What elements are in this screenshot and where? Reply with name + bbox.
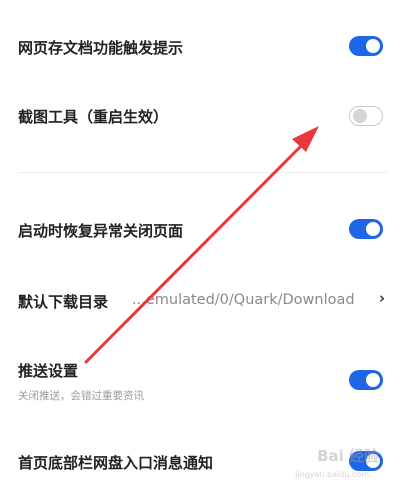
toggle-knob bbox=[366, 373, 380, 387]
setting-label: 启动时恢复异常关闭页面 bbox=[18, 222, 184, 240]
section-divider bbox=[18, 172, 387, 173]
toggle-switch-restore-pages[interactable] bbox=[349, 219, 383, 239]
toggle-switch-screenshot-tool[interactable] bbox=[349, 106, 383, 126]
setting-row-download-dir[interactable]: 默认下载目录 ...emulated/0/Quark/Download › bbox=[0, 275, 405, 325]
toggle-knob bbox=[366, 39, 380, 53]
toggle-switch-save-doc-prompt[interactable] bbox=[349, 36, 383, 56]
setting-sublabel: 关闭推送，会错过重要资讯 bbox=[18, 390, 144, 402]
toggle-knob bbox=[366, 222, 380, 236]
setting-row-restore-pages: 启动时恢复异常关闭页面 bbox=[0, 200, 405, 260]
chevron-right-icon: › bbox=[378, 289, 385, 307]
baidu-watermark: Bai 经验 bbox=[317, 447, 379, 465]
setting-label: 网页存文档功能触发提示 bbox=[18, 39, 184, 57]
toggle-switch-push[interactable] bbox=[349, 370, 383, 390]
setting-label: 截图工具（重启生效） bbox=[18, 108, 169, 126]
toggle-knob bbox=[353, 108, 367, 123]
setting-label: 推送设置 bbox=[18, 362, 79, 380]
setting-row-screenshot-tool: 截图工具（重启生效） bbox=[0, 90, 405, 150]
download-path-value: ...emulated/0/Quark/Download bbox=[132, 292, 355, 308]
setting-row-push: 推送设置 关闭推送，会错过重要资讯 bbox=[0, 350, 405, 410]
setting-row-save-doc-prompt: 网页存文档功能触发提示 bbox=[0, 0, 405, 90]
setting-label: 默认下载目录 bbox=[18, 293, 109, 311]
baidu-watermark-url: jingyan.baidu.com bbox=[295, 470, 369, 479]
setting-label: 首页底部栏网盘入口消息通知 bbox=[18, 454, 214, 472]
